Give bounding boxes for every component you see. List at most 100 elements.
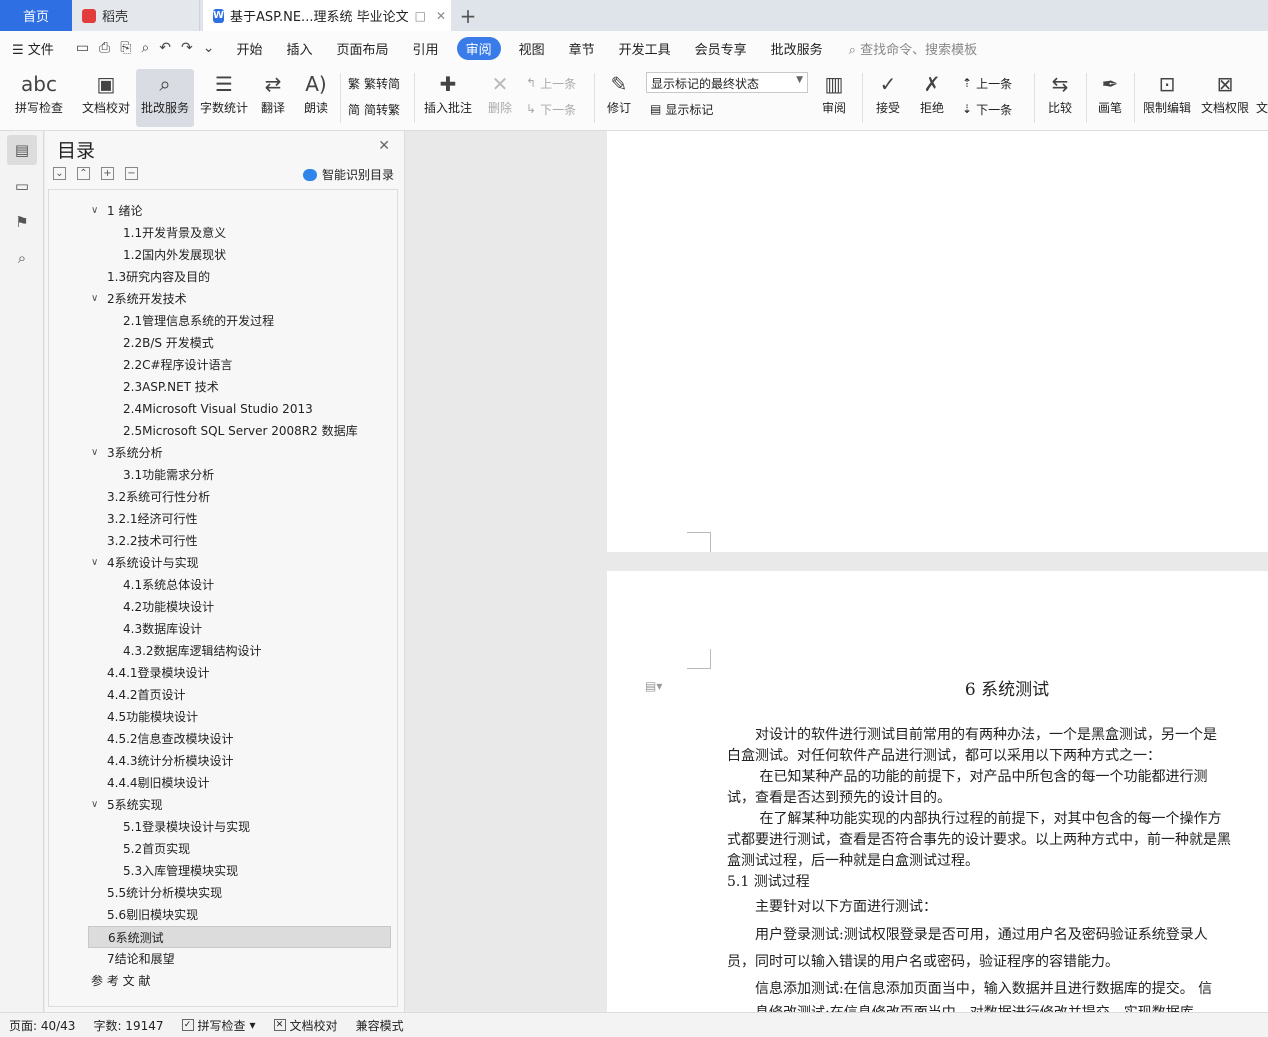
- toc-item[interactable]: 5.5统计分析模块实现: [107, 882, 222, 904]
- chevron-down-icon[interactable]: ∨: [91, 442, 98, 464]
- translate-button[interactable]: ⇄ 翻译: [254, 69, 292, 127]
- pen-button[interactable]: ✒ 画笔: [1092, 69, 1128, 127]
- undo-icon[interactable]: ↶: [159, 40, 171, 56]
- toc-item[interactable]: 4.4.1登录模块设计: [107, 662, 210, 684]
- toc-item[interactable]: 5.1登录模块设计与实现: [123, 816, 250, 838]
- menu-chapter[interactable]: 章节: [557, 39, 607, 58]
- toc-item[interactable]: 2.3ASP.NET 技术: [123, 376, 219, 398]
- command-search[interactable]: ⌕ 查找命令、搜索模板: [849, 39, 977, 58]
- read-aloud-button[interactable]: A) 朗读: [296, 69, 336, 127]
- toc-item[interactable]: 7结论和展望: [107, 948, 175, 970]
- insert-comment-button[interactable]: ✚ 插入批注: [420, 69, 476, 127]
- prev-change-button[interactable]: ⇡ 上一条: [962, 73, 1012, 93]
- toc-item[interactable]: 4.5功能模块设计: [107, 706, 198, 728]
- toc-item[interactable]: 4.2功能模块设计: [123, 596, 214, 618]
- toc-item[interactable]: 参 考 文 献: [91, 970, 150, 992]
- toc-item[interactable]: 5.2首页实现: [123, 838, 190, 860]
- collapse-up-icon[interactable]: ⌃: [77, 167, 90, 180]
- spellcheck-button[interactable]: abc 拼写检查: [8, 69, 70, 127]
- toc-item[interactable]: 4.1系统总体设计: [123, 574, 214, 596]
- toc-item[interactable]: 4.4.2首页设计: [107, 684, 186, 706]
- toc-item[interactable]: 2.2B/S 开发模式: [123, 332, 214, 354]
- menu-layout[interactable]: 页面布局: [325, 39, 401, 58]
- toc-item[interactable]: 2.2C#程序设计语言: [123, 354, 233, 376]
- menu-reference[interactable]: 引用: [401, 39, 451, 58]
- accept-button[interactable]: ✓ 接受: [868, 69, 908, 127]
- customize-icon[interactable]: ⌄: [203, 40, 215, 56]
- toc-item[interactable]: ∨ 2系统开发技术: [91, 288, 187, 310]
- menu-grading[interactable]: 批改服务: [759, 39, 835, 58]
- track-changes-button[interactable]: ✎ 修订: [600, 69, 638, 127]
- toc-item[interactable]: 1.3研究内容及目的: [107, 266, 210, 288]
- chevron-down-icon[interactable]: ∨: [91, 288, 98, 310]
- toc-nav-icon[interactable]: ▤: [7, 135, 37, 165]
- toc-item[interactable]: 4.3数据库设计: [123, 618, 202, 640]
- show-markup-button[interactable]: ▤ 显示标记: [650, 99, 713, 119]
- review-pane-button[interactable]: ▥ 审阅: [814, 69, 854, 127]
- proofread-status[interactable]: ✕ 文档校对: [265, 1017, 347, 1034]
- file-menu[interactable]: ☰ 文件: [0, 39, 66, 58]
- to-traditional-button[interactable]: 繁繁转简: [348, 73, 400, 93]
- chevron-down-icon[interactable]: ∨: [91, 200, 98, 222]
- tab-document[interactable]: W 基于ASP.NE...理系统 毕业论文 □ ✕: [203, 0, 451, 31]
- toc-item[interactable]: ∨ 5系统实现: [91, 794, 163, 816]
- export-pdf-icon[interactable]: ⎙: [99, 40, 110, 56]
- toc-item[interactable]: 1.1开发背景及意义: [123, 222, 226, 244]
- toc-item[interactable]: 6系统测试: [88, 926, 391, 948]
- toc-item[interactable]: 3.1功能需求分析: [123, 464, 214, 486]
- add-tab-button[interactable]: +: [451, 0, 485, 31]
- next-change-button[interactable]: ⇣ 下一条: [962, 99, 1012, 119]
- tab-close-icon[interactable]: ✕: [436, 9, 446, 23]
- next-comment-button[interactable]: ↳ 下一条: [526, 99, 576, 119]
- word-count[interactable]: 字数: 19147: [84, 1017, 172, 1034]
- save-icon[interactable]: ▭: [76, 40, 89, 56]
- delete-comment-button[interactable]: ✕ 删除: [480, 69, 520, 127]
- tab-screen-icon[interactable]: □: [415, 9, 426, 23]
- toc-item[interactable]: 4.4.3统计分析模块设计: [107, 750, 234, 772]
- search-nav-icon[interactable]: ⌕: [7, 243, 37, 273]
- collapse-all-icon[interactable]: −: [125, 167, 138, 180]
- toc-item[interactable]: 2.5Microsoft SQL Server 2008R2 数据库: [123, 420, 358, 442]
- toc-item[interactable]: 3.2.1经济可行性: [107, 508, 198, 530]
- close-icon[interactable]: ✕: [378, 138, 390, 154]
- tab-home[interactable]: 首页: [0, 0, 72, 31]
- print-icon[interactable]: ⎘: [120, 40, 131, 56]
- menu-view[interactable]: 视图: [507, 39, 557, 58]
- to-simplified-button[interactable]: 简简转繁: [348, 99, 400, 119]
- chevron-down-icon[interactable]: ∨: [91, 794, 98, 816]
- reject-button[interactable]: ✗ 拒绝: [912, 69, 952, 127]
- markup-state-select[interactable]: 显示标记的最终状态 ▼: [646, 72, 808, 93]
- menu-start[interactable]: 开始: [225, 39, 275, 58]
- chapter-nav-icon[interactable]: ▭: [7, 171, 37, 201]
- toc-item[interactable]: 2.4Microsoft Visual Studio 2013: [123, 398, 313, 420]
- print-preview-icon[interactable]: ⌕: [141, 40, 149, 56]
- ribbon-overflow-item[interactable]: 文: [1256, 69, 1268, 127]
- bookmark-icon[interactable]: ⚑: [7, 207, 37, 237]
- toc-item[interactable]: ∨ 1 绪论: [91, 200, 142, 222]
- expand-down-icon[interactable]: ⌄: [53, 167, 66, 180]
- chevron-down-icon[interactable]: ∨: [91, 552, 98, 574]
- menu-insert[interactable]: 插入: [275, 39, 325, 58]
- toc-item[interactable]: 5.6剔旧模块实现: [107, 904, 198, 926]
- smart-toc-button[interactable]: 智能识别目录: [302, 166, 394, 183]
- redo-icon[interactable]: ↷: [181, 40, 193, 56]
- toc-item[interactable]: ∨ 3系统分析: [91, 442, 163, 464]
- spellcheck-status[interactable]: ✓ 拼写检查 ▾: [173, 1017, 265, 1034]
- proofread-button[interactable]: ▣ 文档校对: [78, 69, 134, 127]
- toc-item[interactable]: 3.2.2技术可行性: [107, 530, 198, 552]
- toc-item[interactable]: 1.2国内外发展现状: [123, 244, 226, 266]
- restrict-editing-button[interactable]: ⊡ 限制编辑: [1140, 69, 1194, 127]
- prev-comment-button[interactable]: ↰ 上一条: [526, 73, 576, 93]
- menu-member[interactable]: 会员专享: [683, 39, 759, 58]
- toc-item[interactable]: 2.1管理信息系统的开发过程: [123, 310, 274, 332]
- doc-permission-button[interactable]: ⊠ 文档权限: [1198, 69, 1252, 127]
- toc-item[interactable]: 4.5.2信息查改模块设计: [107, 728, 234, 750]
- toc-item[interactable]: 3.2系统可行性分析: [107, 486, 210, 508]
- toc-item[interactable]: 5.3入库管理模块实现: [123, 860, 238, 882]
- page-indicator[interactable]: 页面: 40/43: [0, 1017, 84, 1034]
- menu-review[interactable]: 审阅: [456, 36, 501, 60]
- toc-item[interactable]: ∨ 4系统设计与实现: [91, 552, 199, 574]
- expand-all-icon[interactable]: +: [101, 167, 114, 180]
- grading-button[interactable]: ⌕ 批改服务: [136, 69, 194, 127]
- menu-devtools[interactable]: 开发工具: [607, 39, 683, 58]
